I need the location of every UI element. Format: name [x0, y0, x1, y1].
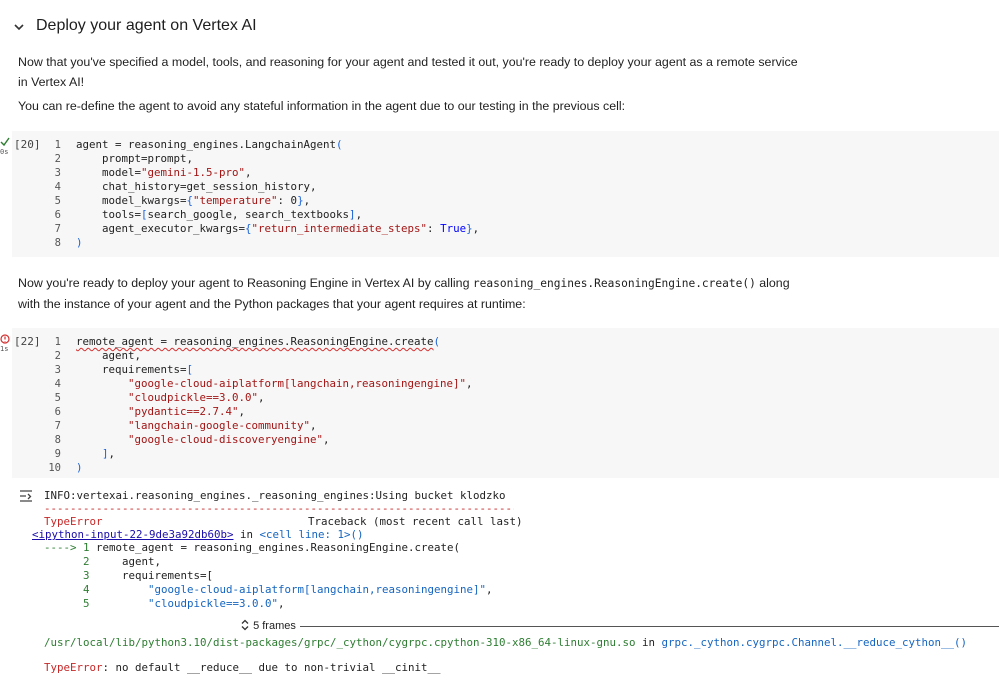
deploy-text-line2: with the instance of your agent and the …: [18, 297, 526, 311]
traceback-divider: ----------------------------------------…: [44, 502, 514, 515]
line-number: 3: [54, 167, 61, 179]
ipython-input-link[interactable]: <ipython-input-22-9de3a92db60b>: [32, 528, 234, 541]
section-title: Deploy your agent on Vertex AI: [36, 17, 257, 34]
cell-1-code[interactable]: agent = reasoning_engines.LangchainAgent…: [76, 138, 479, 250]
line-number: 1: [54, 139, 61, 151]
info-log-line: INFO:vertexai.reasoning_engines._reasoni…: [44, 489, 506, 502]
frames-toggle[interactable]: 5 frames: [240, 619, 296, 632]
intro-paragraph: Now that you've specified a model, tools…: [18, 55, 798, 89]
line-number: 3: [54, 364, 61, 376]
line-number: 8: [54, 434, 61, 446]
line-number: 7: [54, 223, 61, 235]
chevron-down-icon[interactable]: [12, 20, 26, 34]
cell-line-ref: <cell line: 1>(): [259, 528, 364, 541]
cell-1-line-numbers: 1 2 3 4 5 6 7 8: [43, 138, 61, 250]
frames-label: 5 frames: [253, 620, 296, 632]
line-number: 4: [54, 378, 61, 390]
deploy-text-before: Now you're ready to deploy your agent to…: [18, 276, 470, 290]
line-number: 8: [54, 237, 61, 249]
line-number: 9: [54, 448, 61, 460]
line-number: 5: [54, 392, 61, 404]
output-toggle-icon[interactable]: [18, 489, 34, 503]
so-traceback-line: /usr/local/lib/python3.10/dist-packages/…: [44, 636, 968, 649]
frames-divider: [300, 626, 999, 627]
traceback-error-type: TypeError: [44, 515, 103, 528]
line-number: 2: [54, 153, 61, 165]
deploy-paragraph: Now you're ready to deploy your agent to…: [18, 273, 798, 314]
cell-2-code[interactable]: remote_agent = reasoning_engines.Reasoni…: [76, 335, 473, 475]
deploy-text-after: along: [759, 276, 790, 290]
line-number: 2: [54, 350, 61, 362]
error-icon: [0, 334, 10, 344]
line-number: 7: [54, 420, 61, 432]
line-number: 1: [54, 336, 61, 348]
cell-2-exec-count[interactable]: [22]: [14, 335, 41, 348]
final-error-line: TypeError: no default __reduce__ due to …: [44, 661, 441, 674]
line-number: 6: [54, 209, 61, 221]
so-path: /usr/local/lib/python3.10/dist-packages/…: [44, 636, 636, 649]
cell-1-exec-count[interactable]: [20]: [14, 138, 41, 151]
so-func: grpc._cython.cygrpc.Channel.__reduce_cyt…: [661, 636, 968, 649]
traceback-location: <ipython-input-22-9de3a92db60b> in <cell…: [32, 528, 364, 542]
traceback-header: Traceback (most recent call last): [308, 515, 523, 528]
traceback-code: ----> 1 remote_agent = reasoning_engines…: [44, 541, 493, 610]
create-code-inline: reasoning_engines.ReasoningEngine.create…: [472, 277, 756, 290]
cell-2-line-numbers: 1 2 3 4 5 6 7 8 9 10: [43, 335, 61, 475]
line-number: 10: [48, 462, 61, 474]
cell-2-time: 1s: [0, 345, 9, 353]
line-number: 4: [54, 181, 61, 193]
line-number: 6: [54, 406, 61, 418]
line-number: 5: [54, 195, 61, 207]
in-text: in: [233, 528, 260, 541]
expand-collapse-icon: [241, 619, 249, 631]
frames-collapser[interactable]: 5 frames: [240, 618, 999, 634]
redefine-paragraph: You can re-define the agent to avoid any…: [18, 99, 626, 113]
checkmark-icon: [0, 137, 10, 147]
cell-1-time: 0s: [0, 148, 9, 156]
